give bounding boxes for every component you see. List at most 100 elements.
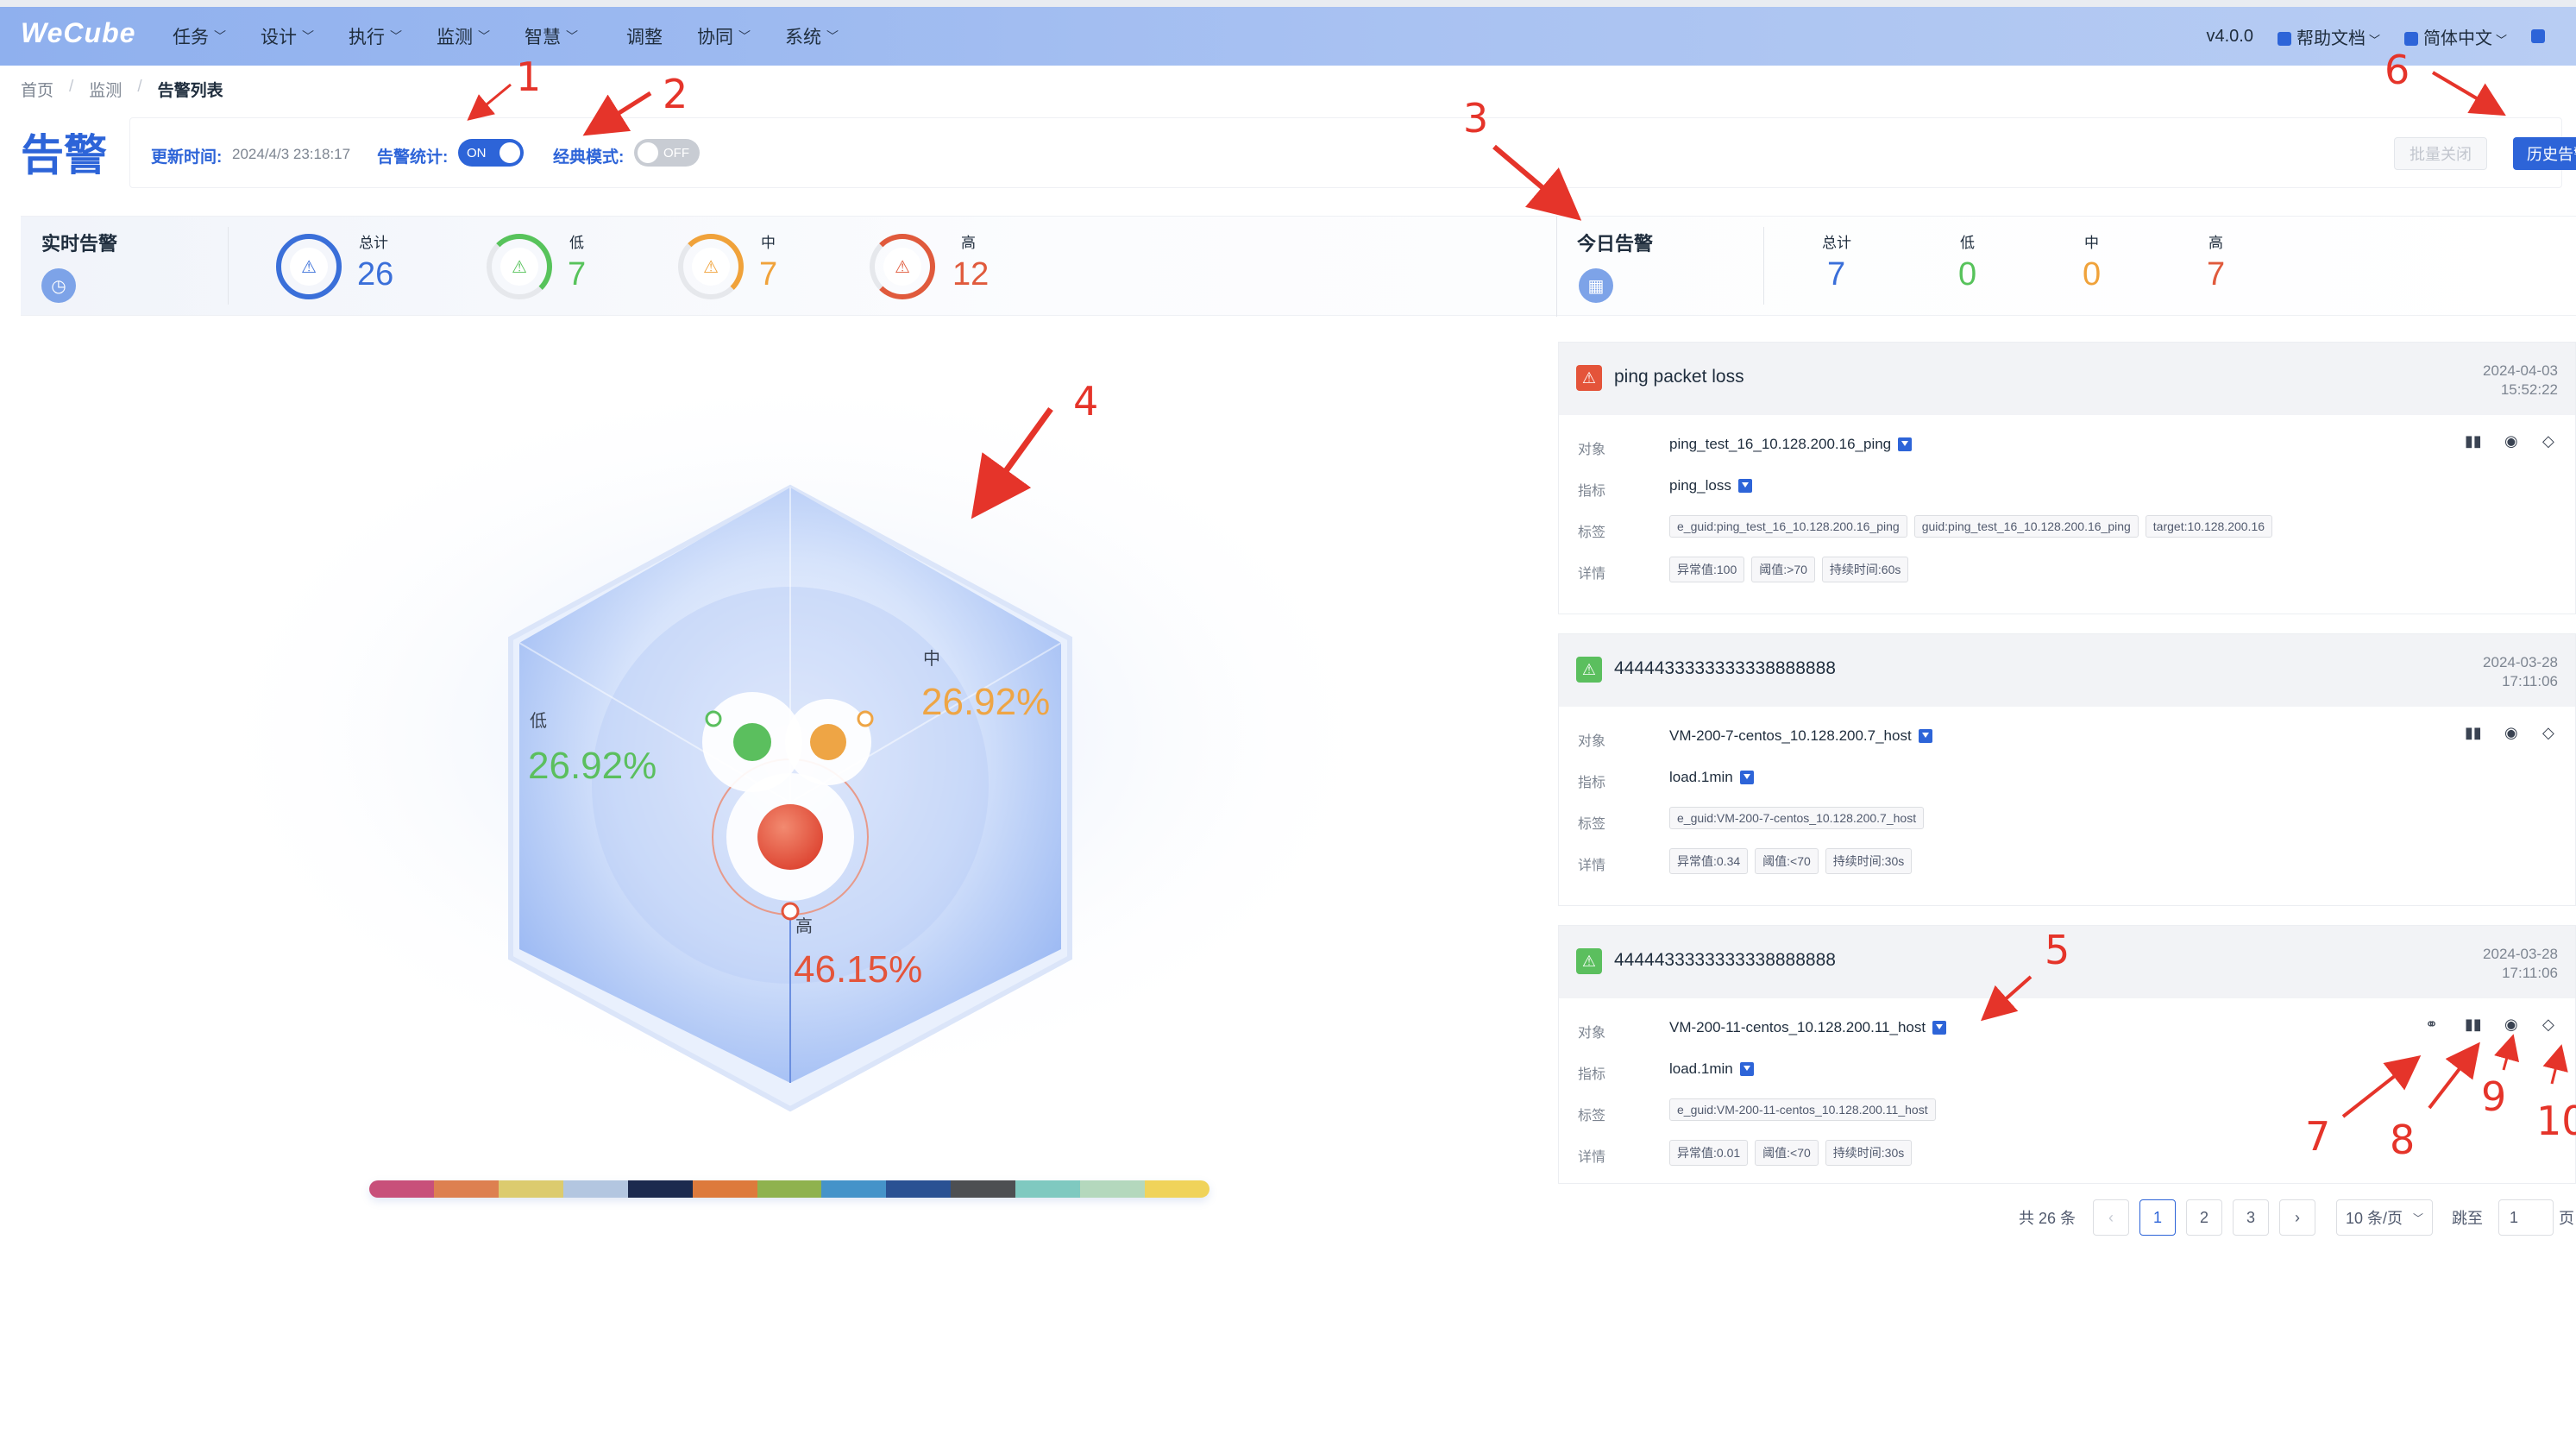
legend-segment <box>369 1180 434 1198</box>
detail-label: 详情 <box>1578 1150 1606 1165</box>
metric-value: ping_loss <box>1669 477 1752 494</box>
chevron-down-icon: ﹀ <box>302 29 314 43</box>
chevron-down-icon: ﹀ <box>214 29 226 43</box>
detail-tag: 持续时间:30s <box>1825 848 1913 874</box>
related-icon[interactable]: ⚭ <box>2425 1016 2438 1034</box>
today-mid-value: 0 <box>2083 256 2102 293</box>
realtime-mid-label: 中 <box>761 235 776 251</box>
page-button[interactable]: 1 <box>2139 1199 2176 1236</box>
alert-time: 17:11:06 <box>2502 965 2558 981</box>
alarm-icon: ⚠ <box>500 248 538 286</box>
help-docs-menu[interactable]: 帮助文档 ﹀ <box>2277 24 2380 49</box>
nav-right: v4.0.0 帮助文档 ﹀ 简体中文 ﹀ <box>2206 7 2550 66</box>
legend-segment <box>562 1180 628 1198</box>
metric-label: 指标 <box>1578 1067 1606 1082</box>
tag-icon[interactable]: ◇ <box>2542 724 2554 742</box>
chart-icon[interactable]: ▮▮ <box>2465 724 2482 742</box>
tags-list: e_guid:VM-200-7-centos_10.128.200.7_host <box>1669 807 1931 829</box>
realtime-total-value: 26 <box>357 256 394 293</box>
detail-tag: 异常值:0.34 <box>1669 848 1749 874</box>
ring-high: ⚠ <box>870 234 935 299</box>
alert-time: 17:11:06 <box>2502 673 2558 689</box>
breadcrumb-current: 告警列表 <box>157 82 223 100</box>
today-total-label: 总计 <box>1822 235 1851 251</box>
detail-tag: 持续时间:30s <box>1825 1140 1913 1166</box>
alert-date: 2024-03-28 <box>2483 654 2558 670</box>
tag: e_guid:ping_test_16_10.128.200.16_ping <box>1669 515 1907 538</box>
breadcrumb: 首页 / 监测 / 告警列表 <box>21 78 223 101</box>
detail-label: 详情 <box>1578 859 1606 873</box>
next-page-button[interactable]: › <box>2279 1199 2315 1236</box>
tag: target:10.128.200.16 <box>2145 515 2273 538</box>
metric-text: load.1min <box>1669 1060 1733 1077</box>
tag-icon[interactable]: ◇ <box>2542 432 2554 450</box>
user-icon <box>2531 29 2545 44</box>
eye-icon[interactable]: ◉ <box>2504 1016 2518 1034</box>
eye-icon[interactable]: ◉ <box>2504 432 2518 450</box>
breadcrumb-separator: / <box>69 78 74 96</box>
menu-intelligence[interactable]: 智慧 ﹀ <box>525 23 578 49</box>
menu-task[interactable]: 任务 ﹀ <box>173 23 226 49</box>
today-title: 今日告警 <box>1577 233 1654 255</box>
menu-collab[interactable]: 协同 ﹀ <box>697 23 751 49</box>
alert-timestamp: 2024-03-28 17:11:06 <box>2483 653 2558 691</box>
filter-icon[interactable] <box>1898 437 1913 451</box>
filter-icon[interactable] <box>1918 729 1932 743</box>
legend-segment <box>886 1180 952 1198</box>
alert-time: 15:52:22 <box>2500 381 2558 398</box>
menu-system[interactable]: 系统 ﹀ <box>785 23 839 49</box>
realtime-high-label: 高 <box>961 235 976 251</box>
annotation-number: 2 <box>663 71 688 117</box>
jump-input[interactable]: 1 <box>2498 1199 2554 1236</box>
menu-design[interactable]: 设计 ﹀ <box>261 23 314 49</box>
classic-mode-toggle[interactable]: OFF <box>634 139 700 167</box>
tag: guid:ping_test_16_10.128.200.16_ping <box>1913 515 2139 538</box>
annotation-number: 6 <box>2384 47 2410 93</box>
alarm-icon: ⚠ <box>1576 657 1602 683</box>
filter-icon[interactable] <box>1737 479 1752 493</box>
history-alerts-button[interactable]: 历史告警 <box>2513 137 2576 170</box>
legend-segment <box>821 1180 887 1198</box>
page-button[interactable]: 3 <box>2233 1199 2269 1236</box>
user-menu[interactable] <box>2531 27 2550 47</box>
metric-label: 指标 <box>1578 484 1606 499</box>
prev-page-button[interactable]: ‹ <box>2093 1199 2129 1236</box>
filter-icon[interactable] <box>1739 1062 1754 1076</box>
chart-icon[interactable]: ▮▮ <box>2465 1016 2482 1034</box>
filter-icon[interactable] <box>1932 1021 1947 1035</box>
details-list: 异常值:100 阈值:>70 持续时间:60s <box>1669 557 1915 582</box>
stats-toggle[interactable]: ON <box>458 139 524 167</box>
high-bubble <box>757 804 823 870</box>
toggle-knob <box>499 142 520 163</box>
breadcrumb-monitor[interactable]: 监测 <box>89 78 122 101</box>
chart-icon[interactable]: ▮▮ <box>2465 432 2482 450</box>
pagination-total: 共 26 条 <box>2019 1210 2077 1227</box>
stats-toggle-label: 告警统计: <box>377 148 449 167</box>
menu-monitor[interactable]: 监测 ﹀ <box>437 23 490 49</box>
mid-bubble <box>810 724 846 760</box>
ring-mid: ⚠ <box>678 234 744 299</box>
language-icon <box>2403 32 2418 47</box>
batch-close-button[interactable]: 批量关闭 <box>2394 137 2487 170</box>
eye-icon[interactable]: ◉ <box>2504 724 2518 742</box>
menu-system-label: 系统 <box>785 28 821 47</box>
legend-segment <box>951 1180 1016 1198</box>
language-menu[interactable]: 简体中文 ﹀ <box>2403 24 2507 49</box>
chevron-down-icon: ﹀ <box>390 29 402 43</box>
tags-list: e_guid:ping_test_16_10.128.200.16_ping gu… <box>1669 515 2279 538</box>
alert-date: 2024-04-03 <box>2483 362 2558 379</box>
page-button[interactable]: 2 <box>2186 1199 2222 1236</box>
detail-tag: 阈值:<70 <box>1755 1140 1819 1166</box>
breadcrumb-home[interactable]: 首页 <box>21 78 53 101</box>
menu-adjust[interactable]: 调整 <box>626 23 663 49</box>
filter-icon[interactable] <box>1739 771 1754 784</box>
metric-value: load.1min <box>1669 769 1754 786</box>
page-size-select[interactable]: 10 条/页 ﹀ <box>2336 1199 2433 1236</box>
menu-execute[interactable]: 执行 ﹀ <box>349 23 402 49</box>
low-label: 低 <box>530 711 547 731</box>
wecube-logo[interactable]: WeCube <box>21 17 135 49</box>
today-total-value: 7 <box>1827 256 1846 293</box>
mid-node <box>857 710 874 727</box>
alert-card: ⚠ ping packet loss 2024-04-03 15:52:22 对象… <box>1558 342 2576 614</box>
tag-icon[interactable]: ◇ <box>2542 1016 2554 1034</box>
